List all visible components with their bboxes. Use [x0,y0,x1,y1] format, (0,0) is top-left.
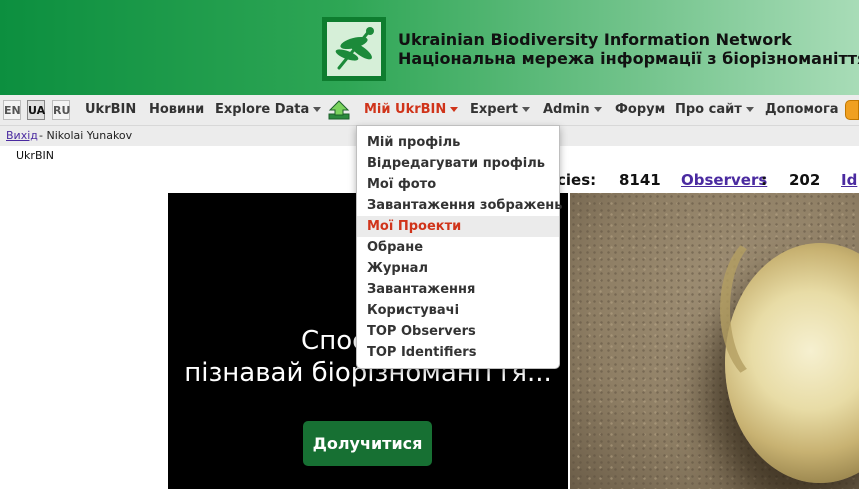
nav-explore-label: Explore Data [215,102,310,117]
orange-side-button[interactable] [845,100,859,120]
menu-item-edit-profile[interactable]: Відредагувати профіль [357,153,559,174]
hero-photo [570,193,859,489]
join-button[interactable]: Долучитися [303,421,432,466]
menu-item-my-profile[interactable]: Мій профіль [357,132,559,153]
menu-item-favorites[interactable]: Обране [357,237,559,258]
nav-ukrbin[interactable]: UkrBIN [85,95,136,125]
observers-link[interactable]: Observers [681,171,767,189]
nav-about-label: Про сайт [675,102,742,117]
nav-explore-data[interactable]: Explore Data [215,95,322,125]
lang-ru-button[interactable]: RU [52,100,70,120]
upload-arrow-icon[interactable] [328,100,350,120]
observers-count: 202 [789,171,821,189]
menu-item-image-upload[interactable]: Завантаження зображень [357,195,562,216]
nav-my-ukrbin-label: Мій UkrBIN [364,102,447,117]
menu-item-downloads[interactable]: Завантаження [357,279,559,300]
main-navbar: EN UA RU UkrBIN Новини Explore Data Мій … [0,95,859,126]
menu-item-top-observers[interactable]: TOP Observers [357,321,559,342]
chevron-down-icon [522,107,531,112]
lang-ua-button[interactable]: UA [27,100,45,120]
nav-help[interactable]: Допомога [765,95,839,125]
site-logo[interactable] [322,17,386,81]
chevron-down-icon [313,107,322,112]
nav-expert-label: Expert [470,102,519,117]
species-count: 8141 [619,171,661,189]
menu-item-users[interactable]: Користувачі [357,300,559,321]
user-name: - Nikolai Yunakov [39,129,133,142]
nav-admin[interactable]: Admin [543,95,602,125]
nav-news[interactable]: Новини [149,95,204,125]
nav-my-ukrbin[interactable]: Мій UkrBIN [364,95,459,125]
nav-admin-label: Admin [543,102,590,117]
my-ukrbin-dropdown: Мій профіль Відредагувати профіль Мої фо… [356,125,562,369]
chevron-down-icon [593,107,602,112]
menu-item-journal[interactable]: Журнал [357,258,559,279]
menu-item-top-identifiers[interactable]: TOP Identifiers [357,342,559,363]
lang-en-button[interactable]: EN [3,100,21,120]
chevron-down-icon [745,107,754,112]
species-label: cies: [557,171,597,189]
shell-lip [720,233,810,385]
nav-about[interactable]: Про сайт [675,95,754,125]
menu-item-my-photos[interactable]: Мої фото [357,174,559,195]
logout-link[interactable]: Вихід [6,126,38,146]
chevron-down-icon [450,107,459,112]
menu-item-my-projects[interactable]: Мої Проекти [357,216,559,237]
identifiers-link[interactable]: Id [841,171,857,189]
breadcrumb: UkrBIN [16,149,54,162]
nav-forum[interactable]: Форум [615,95,665,125]
site-title-en: Ukrainian Biodiversity Information Netwo… [398,30,792,49]
dragonfly-icon [327,22,381,76]
site-header: Ukrainian Biodiversity Information Netwo… [0,0,859,95]
observers-colon: : [761,171,767,189]
site-title-ua: Національна мережа інформації з біорізно… [398,49,859,68]
nav-expert[interactable]: Expert [470,95,531,125]
